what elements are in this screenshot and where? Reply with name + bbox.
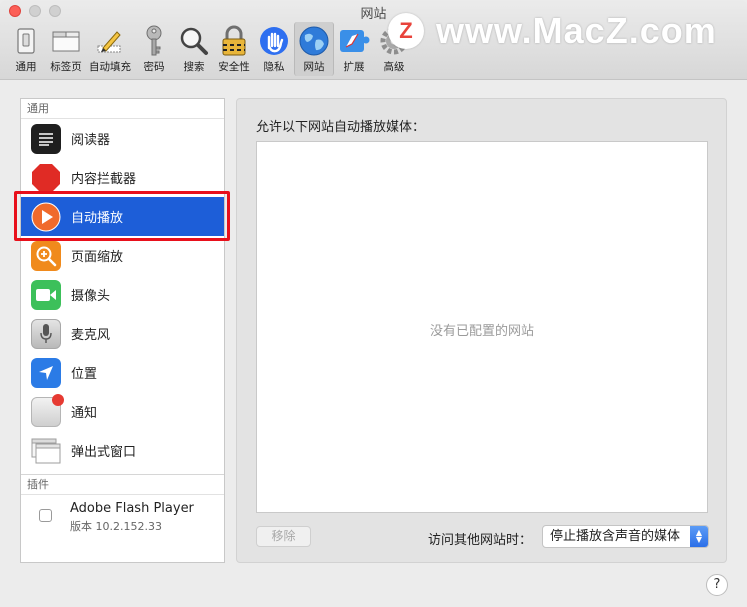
camera-icon	[31, 279, 61, 310]
tabs-icon	[50, 25, 82, 57]
sidebar-item-content-blockers[interactable]: 内容拦截器	[21, 158, 224, 197]
toolbar-label: 标签页	[50, 61, 82, 73]
toolbar-label: 密码	[143, 61, 165, 73]
plugin-enable-checkbox[interactable]	[39, 509, 52, 522]
toolbar-item-security[interactable]: 安全性	[214, 22, 254, 76]
plugin-name: Adobe Flash Player	[70, 501, 194, 516]
toolbar-label: 扩展	[343, 61, 365, 73]
sidebar-item-camera[interactable]: 摄像头	[21, 275, 224, 314]
toolbar-item-privacy[interactable]: 隐私	[254, 22, 294, 76]
watermark-logo: Z	[388, 13, 424, 49]
toolbar-item-extensions[interactable]: 扩展	[334, 22, 374, 76]
popup-window-icon	[31, 436, 61, 466]
magnifier-icon	[178, 25, 210, 57]
other-sites-label: 访问其他网站时：	[428, 533, 533, 548]
pencil-icon	[94, 25, 126, 57]
sidebar-item-popup-windows[interactable]: 弹出式窗口	[21, 431, 224, 470]
empty-list-message: 没有已配置的网站	[429, 324, 534, 339]
toolbar-item-search[interactable]: 搜索	[174, 22, 214, 76]
zoom-icon	[31, 240, 61, 271]
sidebar-item-label: 页面缩放	[71, 250, 124, 265]
play-icon	[31, 202, 61, 232]
toolbar-label: 隐私	[263, 61, 285, 73]
toolbar-item-websites[interactable]: 网站	[294, 22, 334, 76]
lock-icon	[218, 25, 250, 57]
plugin-version: 版本 10.2.152.33	[70, 520, 162, 533]
watermark-text: www.MacZ.com	[436, 10, 717, 51]
toolbar-label: 网站	[303, 61, 325, 73]
sidebar-item-auto-play[interactable]: 自动播放	[21, 197, 224, 236]
watermark: Z www.MacZ.com	[388, 10, 717, 52]
select-stepper-icon: ▲ ▼	[690, 526, 708, 547]
key-icon	[138, 25, 170, 57]
toolbar-label: 搜索	[183, 61, 205, 73]
globe-icon	[298, 25, 330, 57]
notification-icon	[31, 393, 64, 427]
configured-sites-list[interactable]: 没有已配置的网站	[256, 141, 708, 513]
sidebar-item-label: 阅读器	[71, 133, 111, 148]
preferences-window: 网站 通用 标签页 自动填充 密码 搜索 安全性 隐私 网站 扩展 高级 Z w…	[0, 0, 747, 607]
help-button[interactable]: ?	[706, 574, 728, 596]
sidebar-item-label: 位置	[71, 367, 98, 382]
notification-badge-icon	[52, 393, 64, 406]
sidebar-section-plugins: 插件	[21, 475, 224, 495]
remove-button[interactable]: 移除	[256, 526, 311, 547]
toolbar-label: 安全性	[218, 61, 250, 73]
switch-icon	[10, 25, 42, 57]
sidebar-item-label: 弹出式窗口	[71, 445, 137, 460]
toolbar-item-tabs[interactable]: 标签页	[46, 22, 86, 76]
puzzle-icon	[338, 25, 370, 57]
hand-icon	[258, 25, 290, 57]
location-icon	[31, 357, 61, 388]
plugin-item-flash[interactable]: Adobe Flash Player 版本 10.2.152.33	[21, 495, 224, 540]
sidebar-item-location[interactable]: 位置	[21, 353, 224, 392]
titlebar: 网站 通用 标签页 自动填充 密码 搜索 安全性 隐私 网站 扩展 高级 Z w…	[0, 0, 747, 80]
sidebar-item-notifications[interactable]: 通知	[21, 392, 224, 431]
websites-sidebar: 通用 阅读器 内容拦截器 自动播放 页面缩放 摄像头 麦克风 位置 通知 弹出式…	[20, 98, 225, 563]
sidebar-item-reader[interactable]: 阅读器	[21, 119, 224, 158]
toolbar-item-autofill[interactable]: 自动填充	[86, 22, 134, 76]
other-sites-select[interactable]: 停止播放含声音的媒体 ▲ ▼	[542, 525, 709, 548]
toolbar-item-general[interactable]: 通用	[6, 22, 46, 76]
toolbar-item-passwords[interactable]: 密码	[134, 22, 174, 76]
sidebar-item-label: 通知	[71, 406, 98, 421]
sidebar-item-label: 内容拦截器	[71, 172, 137, 187]
preferences-toolbar: 通用 标签页 自动填充 密码 搜索 安全性 隐私 网站 扩展 高级	[6, 22, 414, 78]
reader-icon	[31, 123, 61, 154]
sidebar-section-general: 通用	[21, 99, 224, 119]
panel-title: 允许以下网站自动播放媒体：	[256, 120, 426, 135]
plugin-info: Adobe Flash Player 版本 10.2.152.33	[70, 501, 194, 534]
toolbar-label: 自动填充	[89, 61, 131, 73]
toolbar-label: 高级	[383, 61, 405, 73]
microphone-icon	[31, 318, 61, 349]
toolbar-label: 通用	[15, 61, 37, 73]
stop-sign-icon	[31, 163, 61, 193]
other-sites-select-value: 停止播放含声音的媒体	[550, 529, 681, 544]
sidebar-item-label: 麦克风	[71, 328, 111, 343]
auto-play-settings-panel: 允许以下网站自动播放媒体： 没有已配置的网站 移除 访问其他网站时： 停止播放含…	[236, 98, 727, 563]
sidebar-item-label: 摄像头	[71, 289, 111, 304]
sidebar-item-page-zoom[interactable]: 页面缩放	[21, 236, 224, 275]
sidebar-item-label: 自动播放	[71, 211, 124, 226]
sidebar-item-microphone[interactable]: 麦克风	[21, 314, 224, 353]
